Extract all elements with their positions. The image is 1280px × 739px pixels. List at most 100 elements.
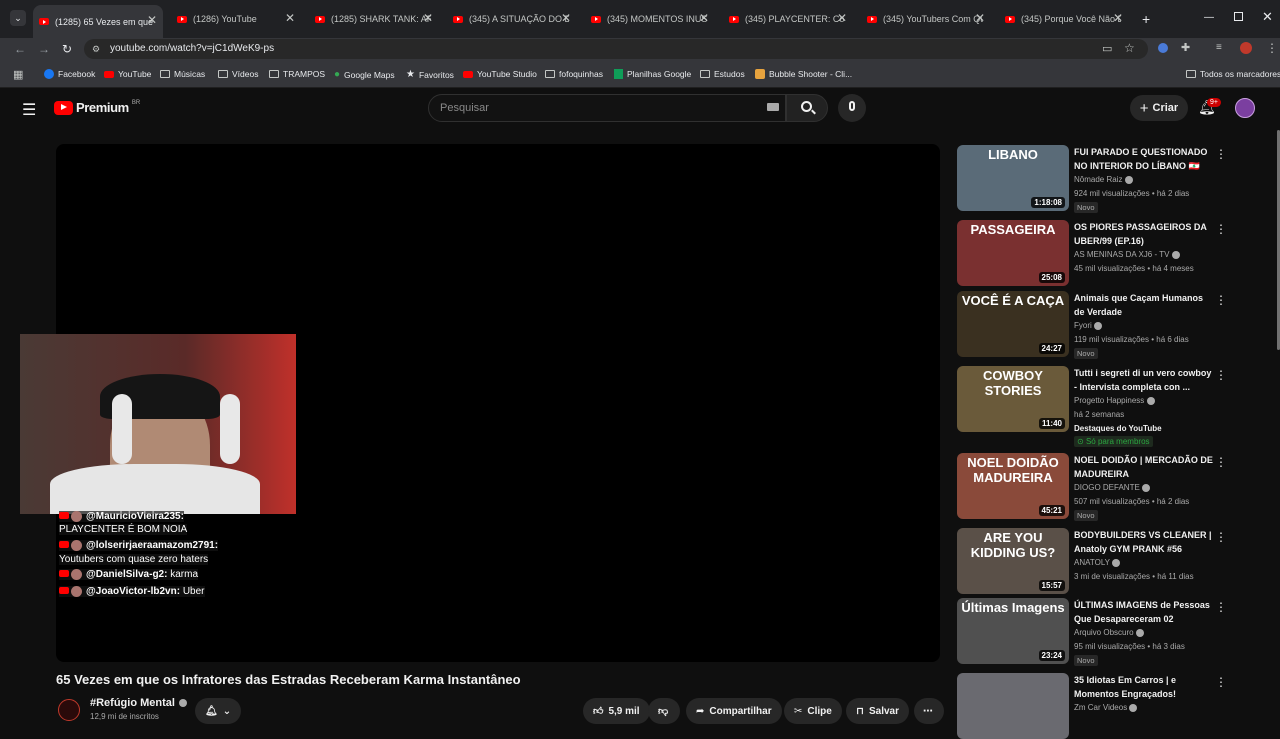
bookmark-item[interactable]: TRAMPOS [269,69,325,79]
url-text[interactable]: youtube.com/watch?v=jC1dWeK9-ps [110,43,274,54]
maximize-button[interactable] [1234,12,1243,21]
more-options-icon[interactable]: ⋮ [1215,368,1227,382]
forward-icon[interactable]: → [38,42,50,56]
video-title[interactable]: BODYBUILDERS VS CLEANER | Anatoly GYM PR… [1074,528,1214,556]
dislike-button[interactable]: 👎︎ [648,698,680,724]
more-options-icon[interactable]: ⋮ [1215,600,1227,614]
recommended-video[interactable]: Últimas Imagens 23:24 ÚLTIMAS IMAGENS de P… [957,598,1227,666]
create-button[interactable]: + Criar [1130,95,1188,121]
browser-tab[interactable]: (345) A SITUAÇÃO DO DA ✕ [447,8,577,30]
video-title[interactable]: Tutti i segreti di un vero cowboy - Inte… [1074,366,1214,394]
close-tab-icon[interactable]: ✕ [285,11,295,25]
recommended-video[interactable]: VOCÊ É A CAÇA 24:27 Animais que Caçam Huma… [957,291,1227,359]
more-options-icon[interactable]: ⋮ [1215,530,1227,544]
browser-tab[interactable]: (1285) 65 Vezes em que o ✕ [33,5,163,38]
close-tab-icon[interactable]: ✕ [837,11,847,25]
video-thumbnail[interactable]: VOCÊ É A CAÇA 24:27 [957,291,1069,357]
bookmark-item[interactable]: YouTube [104,69,151,79]
more-actions-button[interactable]: ⋯ [914,698,944,724]
account-avatar[interactable] [1235,98,1255,118]
hamburger-menu-icon[interactable]: ☰ [22,100,36,120]
close-tab-icon[interactable]: ✕ [423,11,433,25]
close-tab-icon[interactable]: ✕ [1113,11,1123,25]
search-button[interactable] [786,94,828,122]
more-options-icon[interactable]: ⋮ [1215,293,1227,307]
recommended-video[interactable]: NOEL DOIDÃO MADUREIRA 45:21 NOEL DOIDÃO | … [957,453,1227,521]
channel-name[interactable]: Zm Car Videos [1074,703,1138,712]
recommended-video[interactable]: ARE YOU KIDDING US? 15:57 BODYBUILDERS VS … [957,528,1227,594]
like-button[interactable]: 👍︎ 5,9 mil [583,698,650,724]
video-thumbnail[interactable]: Últimas Imagens 23:24 [957,598,1069,664]
video-title[interactable]: Animais que Caçam Humanos de Verdade [1074,291,1214,319]
bookmark-item[interactable]: ★ Favoritos [406,69,454,80]
channel-name[interactable]: DIOGO DEFANTE [1074,483,1151,492]
bookmark-item[interactable]: ● Google Maps [334,69,395,80]
clip-button[interactable]: ✂ Clipe [784,698,842,724]
bookmark-item[interactable]: Bubble Shooter - Cli... [755,69,852,79]
recommended-video[interactable]: LIBANO 1:18:08 FUI PARADO E QUESTIONADO NO… [957,145,1227,213]
video-thumbnail[interactable]: ARE YOU KIDDING US? 15:57 [957,528,1069,594]
reload-icon[interactable]: ↻ [62,42,72,56]
channel-name[interactable]: Progetto Happiness [1074,396,1155,405]
video-title[interactable]: 35 Idiotas Em Carros | e Momentos Engraç… [1074,673,1214,701]
bookmark-item[interactable]: Vídeos [218,69,258,79]
bookmark-item[interactable]: Facebook [44,69,95,79]
video-title[interactable]: ÚLTIMAS IMAGENS de Pessoas Que Desaparec… [1074,598,1214,626]
video-thumbnail[interactable]: LIBANO 1:18:08 [957,145,1069,211]
new-tab-button[interactable]: + [1142,11,1150,27]
close-tab-icon[interactable]: ✕ [561,11,571,25]
extension-icon[interactable] [1158,43,1168,53]
channel-name[interactable]: ANATOLY [1074,558,1121,567]
browser-tab[interactable]: (345) MOMENTOS INUSIT ✕ [585,8,715,30]
more-options-icon[interactable]: ⋮ [1215,222,1227,236]
browser-tab[interactable]: (1285) SHARK TANK: ARR ✕ [309,8,439,30]
subscribe-notification-button[interactable]: 🔔︎ ⌄ [195,698,242,724]
browser-tab[interactable]: (345) PLAYCENTER: Como✕ [723,8,853,30]
back-icon[interactable]: ← [14,42,26,56]
more-options-icon[interactable]: ⋮ [1215,455,1227,469]
channel-name[interactable]: #Refúgio Mental [90,697,187,709]
recommended-video[interactable]: COWBOY STORIES 11:40 Tutti i segreti di un… [957,366,1227,447]
close-window-button[interactable]: ✕ [1262,9,1273,25]
video-thumbnail[interactable]: NOEL DOIDÃO MADUREIRA 45:21 [957,453,1069,519]
close-tab-icon[interactable]: ✕ [699,11,709,25]
browser-menu-icon[interactable]: ⋮ [1266,41,1278,55]
install-icon[interactable]: ▭ [1102,42,1112,55]
video-thumbnail[interactable]: COWBOY STORIES 11:40 [957,366,1069,432]
reading-list-icon[interactable]: ≡ [1216,42,1222,53]
site-info-icon[interactable]: ⚙ [92,44,100,55]
share-button[interactable]: ➦ Compartilhar [686,698,782,724]
bookmark-item[interactable]: YouTube Studio [463,69,537,79]
channel-avatar[interactable] [58,699,80,721]
bookmark-item[interactable]: Músicas [160,69,205,79]
video-title[interactable]: NOEL DOIDÃO | MERCADÃO DE MADUREIRA [1074,453,1214,481]
bookmark-star-icon[interactable]: ☆ [1124,41,1135,55]
video-title[interactable]: OS PIORES PASSAGEIROS DA UBER/99 (EP.16) [1074,220,1214,248]
channel-name[interactable]: Fyori [1074,321,1103,330]
minimize-button[interactable]: — [1204,12,1214,23]
tab-search-button[interactable]: ⌄ [10,10,26,26]
bookmark-item[interactable]: fofoquinhas [545,69,603,79]
close-tab-icon[interactable]: ✕ [147,13,157,27]
channel-name[interactable]: AS MENINAS DA XJ6 - TV [1074,250,1180,259]
browser-tab[interactable]: (345) Porque Você Não D ✕ [999,8,1129,30]
all-bookmarks[interactable]: Todos os marcadores [1186,69,1280,79]
browser-tab[interactable]: (1286) YouTube ✕ [171,8,301,30]
save-button[interactable]: ⊓ Salvar [846,698,909,724]
profile-avatar[interactable] [1240,42,1252,54]
recommended-video[interactable]: PASSAGEIRA 25:08 OS PIORES PASSAGEIROS DA … [957,220,1227,286]
extensions-puzzle-icon[interactable]: ✚ [1181,41,1190,54]
channel-name[interactable]: Arquivo Obscuro [1074,628,1144,637]
bookmark-item[interactable]: Estudos [700,69,745,79]
more-options-icon[interactable]: ⋮ [1215,675,1227,689]
browser-tab[interactable]: (345) YouTubers Com Qua ✕ [861,8,991,30]
youtube-logo[interactable]: Premium BR [54,100,140,115]
bookmark-item[interactable]: Planilhas Google [614,69,691,79]
voice-search-button[interactable] [838,94,866,122]
apps-grid-icon[interactable]: ▦ [13,68,23,81]
close-tab-icon[interactable]: ✕ [975,11,985,25]
video-thumbnail[interactable]: PASSAGEIRA 25:08 [957,220,1069,286]
more-options-icon[interactable]: ⋮ [1215,147,1227,161]
keyboard-icon[interactable] [767,103,779,111]
recommended-video[interactable]: 35 Idiotas Em Carros | e Momentos Engraç… [957,673,1227,739]
